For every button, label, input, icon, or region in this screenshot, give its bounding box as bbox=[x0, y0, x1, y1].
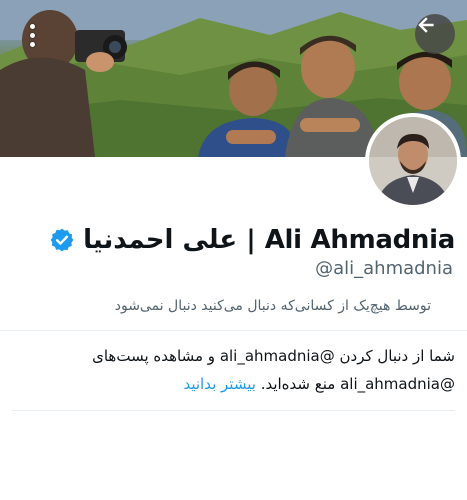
back-button[interactable] bbox=[415, 14, 455, 54]
blocked-notice-text: @ali_ahmadnia منع شده‌اید. bbox=[260, 375, 455, 393]
more-options-button[interactable] bbox=[17, 20, 47, 50]
divider bbox=[0, 330, 467, 331]
learn-more-link[interactable]: بیشتر بدانید bbox=[183, 375, 255, 393]
more-vertical-icon bbox=[29, 23, 35, 29]
blocked-notice-line-2: @ali_ahmadnia منع شده‌اید. بیشتر بدانید bbox=[15, 370, 455, 398]
profile-handle: @ali_ahmadnia bbox=[315, 258, 453, 279]
avatar[interactable] bbox=[365, 113, 461, 209]
profile-name-row: علی احمدنیا | Ali Ahmadnia bbox=[49, 220, 455, 260]
divider bbox=[12, 410, 455, 411]
verified-badge-icon[interactable] bbox=[49, 227, 75, 253]
avatar-photo bbox=[369, 117, 457, 205]
followers-you-know-note: توسط هیچ‌یک از کسانی‌که دنبال می‌کنید دن… bbox=[114, 298, 431, 314]
blocked-notice-line-1: شما از دنبال کردن @ali_ahmadnia و مشاهده… bbox=[92, 347, 455, 365]
display-name: علی احمدنیا | Ali Ahmadnia bbox=[83, 225, 455, 255]
blocked-notice: شما از دنبال کردن @ali_ahmadnia و مشاهده… bbox=[15, 342, 455, 398]
arrow-left-icon bbox=[418, 17, 434, 33]
